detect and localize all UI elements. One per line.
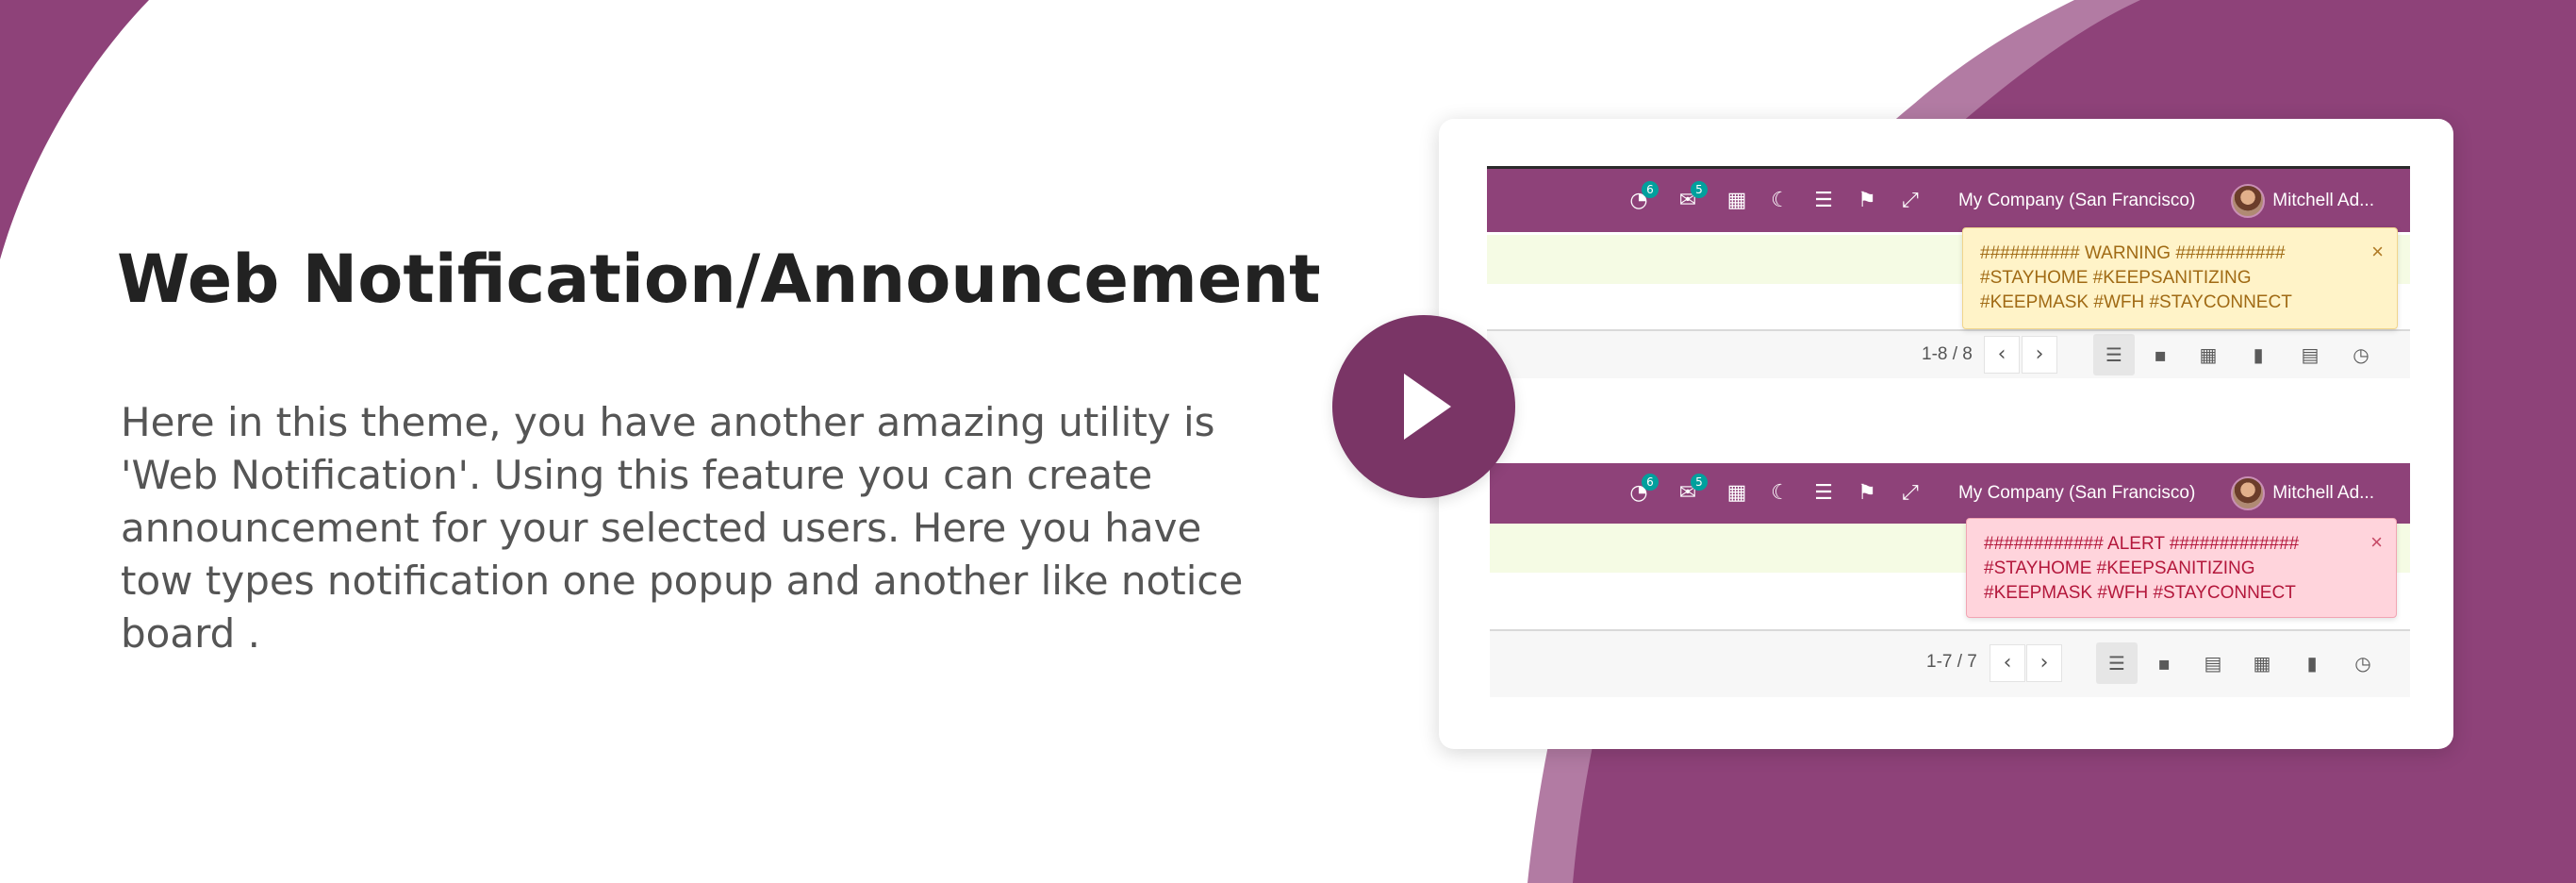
menu-icon[interactable]: ☰ [1813, 190, 1834, 211]
avatar[interactable] [2231, 183, 2266, 218]
notification-line-3: #KEEPMASK #WFH #STAYCONNECT [1980, 292, 2292, 312]
notification-line-3: #KEEPMASK #WFH #STAYCONNECT [1984, 583, 2296, 603]
pager-previous-button[interactable]: ‹ [1990, 644, 2025, 682]
activity-view-icon[interactable]: ◷ [2340, 334, 2382, 375]
notification-line-1: ############ ALERT ############# [1984, 534, 2300, 554]
pivot-view-icon[interactable]: ▦ [2188, 334, 2229, 375]
messages-count-badge: 5 [1690, 180, 1708, 198]
activity-count-badge: 6 [1641, 180, 1659, 198]
notification-line-1: ########## WARNING ########### [1980, 243, 2286, 263]
warning-notification-popup: ########## WARNING ########### #STAYHOME… [1962, 227, 2398, 329]
feature-description: Here in this theme, you have another ama… [121, 399, 1244, 657]
list-view-icon[interactable]: ☰ [2093, 334, 2135, 375]
pager-previous-button[interactable]: ‹ [1984, 336, 2020, 374]
company-switcher[interactable]: My Company (San Francisco) [1958, 191, 2195, 211]
play-video-button[interactable] [1332, 315, 1515, 498]
chat-icon[interactable]: ✉ 5 [1677, 180, 1708, 211]
kanban-view-icon[interactable]: ▪ [2139, 334, 2181, 375]
activity-view-icon[interactable]: ◷ [2342, 642, 2384, 684]
pivot-view-icon[interactable]: ▦ [2241, 642, 2283, 684]
screenshot-alert-notification: ◔ 6 ✉ 5 ▦ ☾ ☰ ⚑ ⤢ My Company (San Francisc… [1490, 463, 2410, 707]
activity-count-badge: 6 [1641, 474, 1659, 491]
close-icon[interactable]: × [2371, 240, 2384, 264]
page-title: Web Notification/Announcement [117, 241, 1321, 318]
calculator-icon[interactable]: ▦ [1726, 483, 1747, 504]
screenshot-warning-notification: ◔ 6 ✉ 5 ▦ ☾ ☰ ⚑ ⤢ My Company (San Francisc… [1487, 166, 2410, 378]
top-navbar: ◔ 6 ✉ 5 ▦ ☾ ☰ ⚑ ⤢ My Company (San Francisc… [1487, 166, 2410, 232]
notification-line-2: #STAYHOME #KEEPSANITIZING [1980, 268, 2252, 288]
top-left-corner-shape [0, 0, 149, 259]
top-navbar: ◔ 6 ✉ 5 ▦ ☾ ☰ ⚑ ⤢ My Company (San Francisc… [1490, 463, 2410, 524]
moon-icon[interactable]: ☾ [1770, 483, 1791, 504]
control-panel: 1-7 / 7 ‹ › ☰ ▪ ▤ ▦ ▮ ◷ [1490, 631, 2410, 697]
play-icon [1404, 374, 1451, 440]
alert-notification-popup: ############ ALERT ############# #STAYHO… [1966, 518, 2397, 618]
graph-view-icon[interactable]: ▮ [2291, 642, 2333, 684]
calendar-view-icon[interactable]: ▤ [2192, 642, 2234, 684]
expand-icon[interactable]: ⤢ [1900, 483, 1921, 504]
chat-icon[interactable]: ✉ 5 [1677, 474, 1708, 504]
kanban-view-icon[interactable]: ▪ [2143, 642, 2185, 684]
menu-icon[interactable]: ☰ [1813, 483, 1834, 504]
activity-icon[interactable]: ◔ 6 [1628, 180, 1659, 211]
moon-icon[interactable]: ☾ [1770, 190, 1791, 211]
company-switcher[interactable]: My Company (San Francisco) [1958, 483, 2195, 504]
list-view-icon[interactable]: ☰ [2096, 642, 2138, 684]
close-icon[interactable]: × [2370, 530, 2383, 555]
bookmark-icon[interactable]: ⚑ [1857, 190, 1877, 211]
pager-next-button[interactable]: › [2022, 336, 2057, 374]
bookmark-icon[interactable]: ⚑ [1857, 483, 1877, 504]
calculator-icon[interactable]: ▦ [1726, 190, 1747, 211]
calendar-view-icon[interactable]: ▤ [2289, 334, 2331, 375]
notification-line-2: #STAYHOME #KEEPSANITIZING [1984, 558, 2255, 578]
graph-view-icon[interactable]: ▮ [2237, 334, 2279, 375]
control-panel: 1-8 / 8 ‹ › ☰ ▪ ▦ ▮ ▤ ◷ [1487, 331, 2410, 378]
expand-icon[interactable]: ⤢ [1900, 190, 1921, 211]
pager-next-button[interactable]: › [2026, 644, 2062, 682]
user-menu[interactable]: Mitchell Ad... [2272, 191, 2374, 211]
user-menu[interactable]: Mitchell Ad... [2272, 483, 2374, 504]
avatar[interactable] [2231, 476, 2266, 510]
activity-icon[interactable]: ◔ 6 [1628, 474, 1659, 504]
pager-value[interactable]: 1-7 / 7 [1926, 652, 1977, 673]
pager-value[interactable]: 1-8 / 8 [1922, 344, 1973, 365]
messages-count-badge: 5 [1690, 474, 1708, 491]
